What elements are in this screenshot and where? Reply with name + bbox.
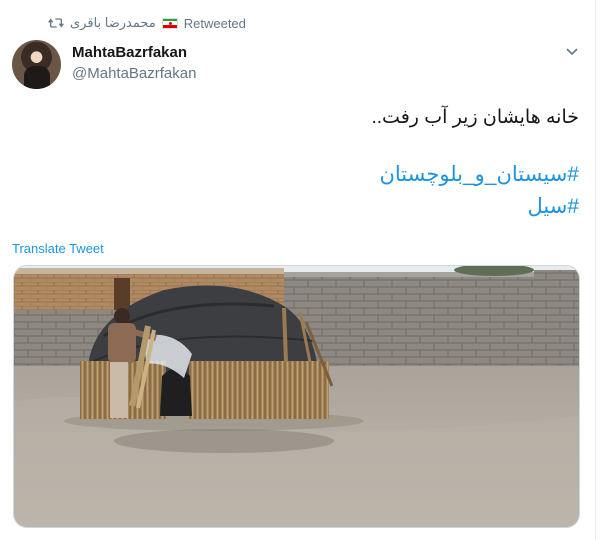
author-name[interactable]: MahtaBazrfakan — [72, 44, 187, 61]
iran-flag-icon — [161, 17, 178, 29]
avatar[interactable] — [12, 40, 61, 89]
retweeter-name[interactable]: محمدرضا باقری — [70, 15, 156, 31]
hashtag-link[interactable]: #سیستان_و_بلوچستان — [379, 162, 579, 188]
translate-tweet-link[interactable]: Translate Tweet — [12, 241, 104, 256]
retweet-context: محمدرضا باقری Retweeted — [48, 13, 246, 33]
hashtag-link[interactable]: #سیل — [527, 194, 579, 220]
chevron-down-icon[interactable] — [563, 43, 581, 59]
tweet-text: خانه هایشان زیر آب رفت.. — [371, 107, 580, 128]
retweet-icon — [48, 18, 64, 28]
author-handle[interactable]: @MahtaBazrfakan — [72, 65, 196, 82]
flooded-hut-photo[interactable] — [13, 265, 580, 528]
retweeted-label: Retweeted — [183, 15, 246, 31]
tweet-card[interactable]: محمدرضا باقری Retweeted MahtaBazrfakan @… — [0, 0, 596, 540]
